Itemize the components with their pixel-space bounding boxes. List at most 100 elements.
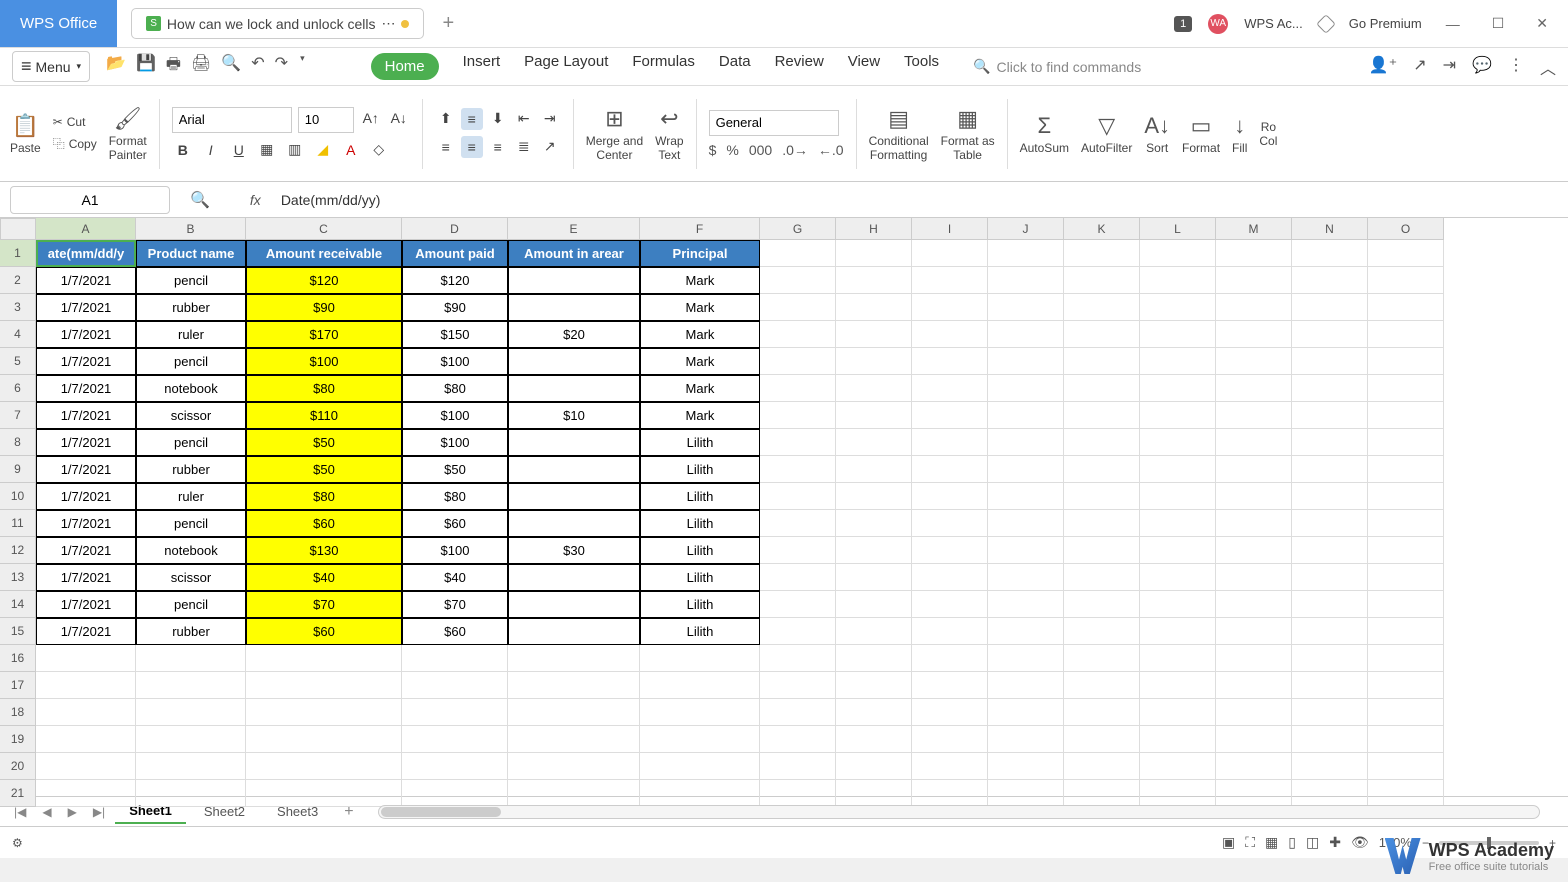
cell[interactable] (1064, 726, 1140, 753)
cell[interactable] (988, 618, 1064, 645)
cell[interactable] (508, 591, 640, 618)
cell[interactable] (1216, 348, 1292, 375)
cell[interactable] (1216, 645, 1292, 672)
cell[interactable] (508, 618, 640, 645)
cell[interactable] (1368, 483, 1444, 510)
cell[interactable] (508, 348, 640, 375)
bold-button[interactable]: B (172, 139, 194, 161)
cell[interactable] (508, 645, 640, 672)
cell[interactable] (988, 483, 1064, 510)
cell[interactable] (912, 591, 988, 618)
cell[interactable]: pencil (136, 510, 246, 537)
cell[interactable] (246, 699, 402, 726)
cell[interactable]: Lilith (640, 456, 760, 483)
cell[interactable]: 1/7/2021 (36, 618, 136, 645)
cell[interactable] (1140, 267, 1216, 294)
cell[interactable] (1368, 699, 1444, 726)
cell[interactable]: $130 (246, 537, 402, 564)
cell[interactable]: $50 (246, 429, 402, 456)
comment-icon[interactable]: 💬 (1472, 55, 1492, 79)
cell[interactable] (1368, 591, 1444, 618)
cell[interactable] (246, 753, 402, 780)
cell[interactable] (760, 402, 836, 429)
align-top-icon[interactable]: ⬆ (435, 108, 457, 130)
increase-indent-icon[interactable]: ⇥ (539, 108, 561, 130)
cell[interactable] (1140, 483, 1216, 510)
cell[interactable] (912, 483, 988, 510)
cell[interactable] (1140, 564, 1216, 591)
cell[interactable] (1216, 564, 1292, 591)
cell[interactable] (246, 780, 402, 807)
cell[interactable] (36, 645, 136, 672)
formula-input[interactable] (277, 188, 1568, 212)
cell[interactable]: Lilith (640, 429, 760, 456)
font-color-button[interactable]: A (340, 139, 362, 161)
cell[interactable]: $80 (246, 483, 402, 510)
cell[interactable]: ate(mm/dd/y (36, 240, 136, 267)
cell[interactable] (912, 780, 988, 807)
cell[interactable] (1064, 267, 1140, 294)
cell[interactable] (1292, 726, 1368, 753)
cell[interactable]: $70 (402, 591, 508, 618)
cell[interactable] (912, 564, 988, 591)
save-icon[interactable]: 💾 (136, 53, 156, 80)
preview-icon[interactable]: 🔍 (221, 53, 241, 80)
cell[interactable] (1292, 483, 1368, 510)
cell[interactable]: 1/7/2021 (36, 375, 136, 402)
increase-decimal-icon[interactable]: .0→ (782, 142, 808, 158)
cell[interactable]: Mark (640, 321, 760, 348)
row-header-9[interactable]: 9 (0, 456, 36, 483)
cell[interactable]: Mark (640, 402, 760, 429)
cell[interactable]: $100 (402, 402, 508, 429)
cell[interactable] (1368, 348, 1444, 375)
cell[interactable] (912, 240, 988, 267)
cell[interactable] (1216, 699, 1292, 726)
cell[interactable] (1216, 537, 1292, 564)
cell[interactable] (988, 402, 1064, 429)
column-header-D[interactable]: D (402, 218, 508, 240)
maximize-button[interactable]: ☐ (1484, 11, 1513, 36)
cell[interactable]: ruler (136, 483, 246, 510)
cell[interactable] (1292, 618, 1368, 645)
row-header-21[interactable]: 21 (0, 780, 36, 807)
cell[interactable] (1216, 321, 1292, 348)
cell[interactable] (246, 645, 402, 672)
cell[interactable]: $30 (508, 537, 640, 564)
row-header-15[interactable]: 15 (0, 618, 36, 645)
cell[interactable] (508, 429, 640, 456)
view-freeze-icon[interactable]: ✚ (1329, 834, 1341, 851)
cell[interactable] (508, 267, 640, 294)
sync-icon[interactable]: ⇥ (1443, 55, 1456, 79)
row-header-10[interactable]: 10 (0, 483, 36, 510)
cell[interactable] (988, 672, 1064, 699)
cell[interactable] (246, 726, 402, 753)
document-tab[interactable]: S How can we lock and unlock cells ⋯ (131, 8, 424, 39)
cell[interactable] (508, 510, 640, 537)
cell[interactable] (836, 294, 912, 321)
view-fullscreen-icon[interactable]: ⛶ (1245, 834, 1255, 851)
qat-more-icon[interactable]: ▾ (300, 53, 305, 80)
cell[interactable] (988, 753, 1064, 780)
row-header-7[interactable]: 7 (0, 402, 36, 429)
cell[interactable] (988, 348, 1064, 375)
cell[interactable] (136, 753, 246, 780)
cell[interactable] (1140, 321, 1216, 348)
cell[interactable] (1368, 780, 1444, 807)
cell[interactable] (836, 429, 912, 456)
cell[interactable] (1368, 645, 1444, 672)
border-button[interactable]: ▦ (256, 139, 278, 161)
cell[interactable] (1292, 456, 1368, 483)
column-header-E[interactable]: E (508, 218, 640, 240)
cell[interactable] (836, 618, 912, 645)
cell[interactable]: Mark (640, 375, 760, 402)
percent-icon[interactable]: % (726, 142, 738, 158)
cell[interactable] (1368, 510, 1444, 537)
copy-button[interactable]: ⿻Copy (53, 135, 97, 152)
cell[interactable] (1064, 294, 1140, 321)
cell[interactable]: 1/7/2021 (36, 591, 136, 618)
cell[interactable]: 1/7/2021 (36, 510, 136, 537)
increase-font-icon[interactable]: A↑ (360, 107, 382, 129)
wps-office-logo[interactable]: WPS Office (0, 0, 117, 47)
cell[interactable] (640, 780, 760, 807)
cell[interactable]: $70 (246, 591, 402, 618)
